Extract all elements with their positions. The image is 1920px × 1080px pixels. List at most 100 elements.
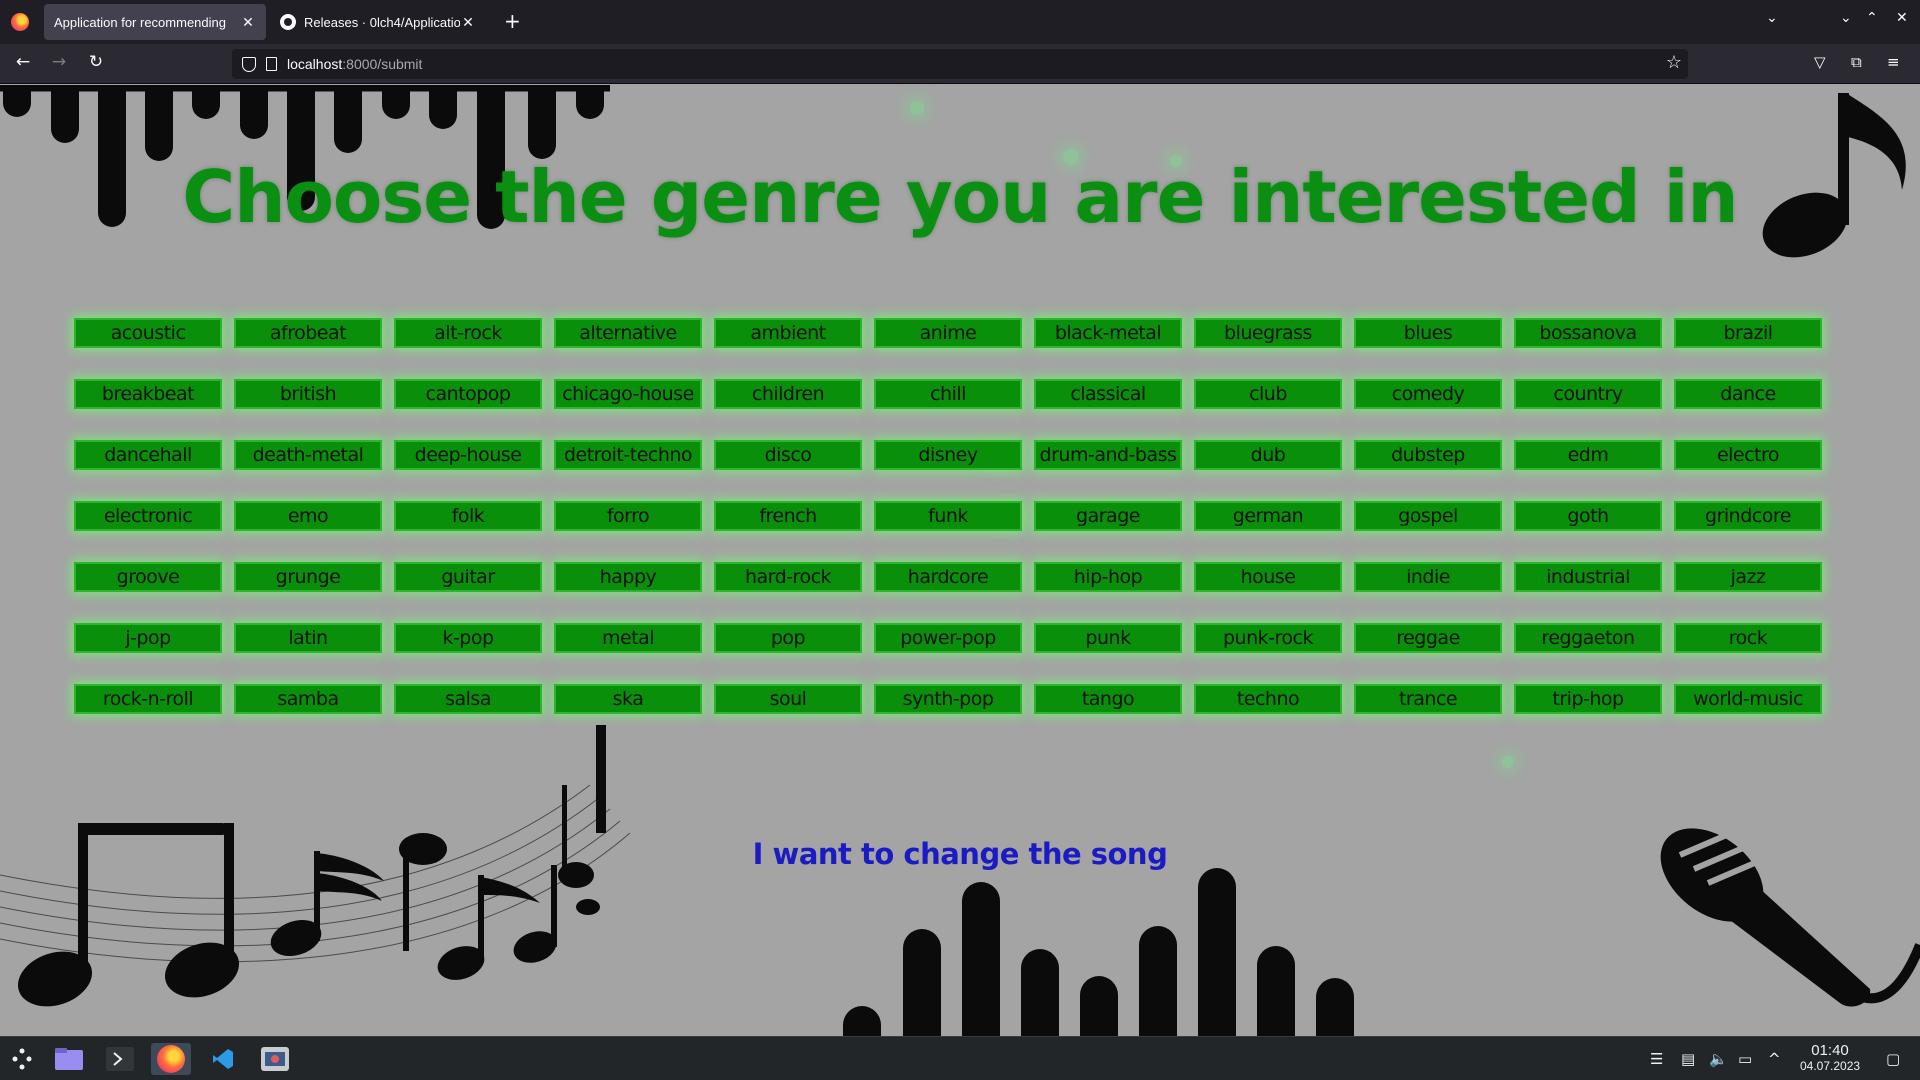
genre-button-rock[interactable]: rock — [1674, 623, 1822, 653]
genre-button-dance[interactable]: dance — [1674, 379, 1822, 409]
genre-button-chill[interactable]: chill — [874, 379, 1022, 409]
genre-button-afrobeat[interactable]: afrobeat — [234, 318, 382, 348]
genre-button-world-music[interactable]: world-music — [1674, 684, 1822, 714]
tab-application[interactable]: Application for recommending ✕ — [44, 4, 266, 40]
page-info-icon[interactable] — [266, 57, 277, 71]
genre-button-comedy[interactable]: comedy — [1354, 379, 1502, 409]
genre-button-disco[interactable]: disco — [714, 440, 862, 470]
genre-button-hard-rock[interactable]: hard-rock — [714, 562, 862, 592]
new-tab-icon[interactable]: + — [504, 10, 521, 32]
genre-button-j-pop[interactable]: j-pop — [74, 623, 222, 653]
genre-button-french[interactable]: french — [714, 501, 862, 531]
genre-button-children[interactable]: children — [714, 379, 862, 409]
genre-button-soul[interactable]: soul — [714, 684, 862, 714]
genre-button-salsa[interactable]: salsa — [394, 684, 542, 714]
genre-button-forro[interactable]: forro — [554, 501, 702, 531]
genre-button-hardcore[interactable]: hardcore — [874, 562, 1022, 592]
tray-expand-icon[interactable]: ^ — [1768, 1050, 1781, 1068]
genre-button-dancehall[interactable]: dancehall — [74, 440, 222, 470]
genre-button-trance[interactable]: trance — [1354, 684, 1502, 714]
genre-button-blues[interactable]: blues — [1354, 318, 1502, 348]
genre-button-reggaeton[interactable]: reggaeton — [1514, 623, 1662, 653]
genre-button-jazz[interactable]: jazz — [1674, 562, 1822, 592]
extensions-icon[interactable]: ⧉ — [1851, 53, 1862, 71]
file-manager-icon[interactable] — [49, 1043, 89, 1075]
genre-button-synth-pop[interactable]: synth-pop — [874, 684, 1022, 714]
genre-button-german[interactable]: german — [1194, 501, 1342, 531]
genre-button-pop[interactable]: pop — [714, 623, 862, 653]
genre-button-emo[interactable]: emo — [234, 501, 382, 531]
genre-button-breakbeat[interactable]: breakbeat — [74, 379, 222, 409]
network-icon[interactable]: ▭ — [1738, 1050, 1752, 1068]
genre-button-cantopop[interactable]: cantopop — [394, 379, 542, 409]
genre-button-folk[interactable]: folk — [394, 501, 542, 531]
genre-button-funk[interactable]: funk — [874, 501, 1022, 531]
url-bar[interactable]: localhost:8000/submit ☆ — [232, 49, 1688, 79]
genre-button-death-metal[interactable]: death-metal — [234, 440, 382, 470]
close-window-icon[interactable]: ✕ — [1896, 10, 1908, 26]
forward-icon[interactable]: → — [47, 52, 71, 72]
genre-button-punk[interactable]: punk — [1034, 623, 1182, 653]
vscode-icon[interactable] — [203, 1043, 243, 1075]
genre-button-samba[interactable]: samba — [234, 684, 382, 714]
genre-button-ska[interactable]: ska — [554, 684, 702, 714]
genre-button-hip-hop[interactable]: hip-hop — [1034, 562, 1182, 592]
genre-button-k-pop[interactable]: k-pop — [394, 623, 542, 653]
genre-button-classical[interactable]: classical — [1034, 379, 1182, 409]
pocket-icon[interactable]: ▽ — [1814, 53, 1826, 71]
genre-button-metal[interactable]: metal — [554, 623, 702, 653]
list-all-tabs-icon[interactable]: ⌄ — [1766, 10, 1778, 26]
firefox-taskbar-icon[interactable] — [151, 1043, 191, 1075]
genre-button-indie[interactable]: indie — [1354, 562, 1502, 592]
genre-button-rock-n-roll[interactable]: rock-n-roll — [74, 684, 222, 714]
genre-button-acoustic[interactable]: acoustic — [74, 318, 222, 348]
genre-button-alternative[interactable]: alternative — [554, 318, 702, 348]
genre-button-trip-hop[interactable]: trip-hop — [1514, 684, 1662, 714]
genre-button-bossanova[interactable]: bossanova — [1514, 318, 1662, 348]
minimize-icon[interactable]: ⌄ — [1840, 10, 1852, 26]
genre-button-electronic[interactable]: electronic — [74, 501, 222, 531]
genre-button-goth[interactable]: goth — [1514, 501, 1662, 531]
genre-button-garage[interactable]: garage — [1034, 501, 1182, 531]
genre-button-alt-rock[interactable]: alt-rock — [394, 318, 542, 348]
screenshot-app-icon[interactable] — [255, 1043, 295, 1075]
genre-button-techno[interactable]: techno — [1194, 684, 1342, 714]
genre-button-disney[interactable]: disney — [874, 440, 1022, 470]
genre-button-deep-house[interactable]: deep-house — [394, 440, 542, 470]
app-launcher-icon[interactable] — [2, 1043, 42, 1075]
genre-button-latin[interactable]: latin — [234, 623, 382, 653]
notes-icon[interactable]: ▤ — [1681, 1050, 1695, 1068]
close-icon[interactable]: ✕ — [460, 14, 476, 31]
genre-button-industrial[interactable]: industrial — [1514, 562, 1662, 592]
genre-button-grindcore[interactable]: grindcore — [1674, 501, 1822, 531]
genre-button-power-pop[interactable]: power-pop — [874, 623, 1022, 653]
genre-button-british[interactable]: british — [234, 379, 382, 409]
show-desktop-icon[interactable]: ▢ — [1886, 1050, 1900, 1068]
genre-button-detroit-techno[interactable]: detroit-techno — [554, 440, 702, 470]
genre-button-brazil[interactable]: brazil — [1674, 318, 1822, 348]
genre-button-anime[interactable]: anime — [874, 318, 1022, 348]
maximize-icon[interactable]: ⌃ — [1866, 10, 1878, 26]
genre-button-chicago-house[interactable]: chicago-house — [554, 379, 702, 409]
genre-button-happy[interactable]: happy — [554, 562, 702, 592]
back-icon[interactable]: ← — [11, 52, 35, 72]
terminal-icon[interactable] — [100, 1043, 140, 1075]
genre-button-drum-and-bass[interactable]: drum-and-bass — [1034, 440, 1182, 470]
genre-button-bluegrass[interactable]: bluegrass — [1194, 318, 1342, 348]
genre-button-country[interactable]: country — [1514, 379, 1662, 409]
genre-button-punk-rock[interactable]: punk-rock — [1194, 623, 1342, 653]
firefox-icon[interactable] — [11, 13, 29, 31]
genre-button-dubstep[interactable]: dubstep — [1354, 440, 1502, 470]
genre-button-reggae[interactable]: reggae — [1354, 623, 1502, 653]
volume-icon[interactable]: 🔈 — [1709, 1050, 1728, 1068]
clock[interactable]: 01:40 04.07.2023 — [1800, 1042, 1860, 1073]
reload-icon[interactable]: ↻ — [84, 52, 108, 72]
genre-button-dub[interactable]: dub — [1194, 440, 1342, 470]
genre-button-ambient[interactable]: ambient — [714, 318, 862, 348]
genre-button-tango[interactable]: tango — [1034, 684, 1182, 714]
genre-button-gospel[interactable]: gospel — [1354, 501, 1502, 531]
genre-button-house[interactable]: house — [1194, 562, 1342, 592]
genre-button-edm[interactable]: edm — [1514, 440, 1662, 470]
genre-button-grunge[interactable]: grunge — [234, 562, 382, 592]
menu-icon[interactable]: ≡ — [1887, 53, 1900, 71]
